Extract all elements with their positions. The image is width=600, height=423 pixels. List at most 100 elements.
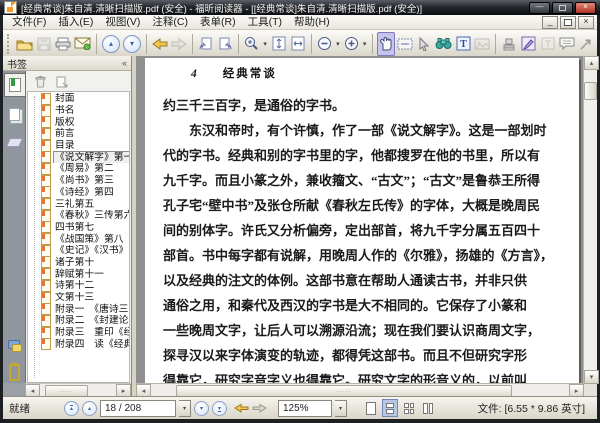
text-line: 部首。书中每字都有说解，用晚周人作的《尔雅》，扬雄的《方言》， bbox=[163, 248, 554, 263]
menu-file[interactable]: 文件(F) bbox=[6, 16, 52, 29]
zoom-tool-dropdown[interactable]: ▾ bbox=[262, 40, 269, 48]
facing-layout-button[interactable] bbox=[401, 399, 417, 417]
previous-view-icon[interactable] bbox=[234, 403, 249, 413]
zoom-field-dropdown[interactable]: ▾ bbox=[335, 399, 347, 417]
last-page-button[interactable]: ▾ bbox=[212, 400, 227, 416]
note-tool-button[interactable] bbox=[558, 32, 576, 56]
menu-view[interactable]: 视图(V) bbox=[99, 16, 146, 29]
tab-comments[interactable] bbox=[4, 333, 24, 355]
select-text-button[interactable]: T bbox=[454, 32, 472, 56]
zoom-in-button[interactable] bbox=[342, 32, 360, 56]
open-button[interactable] bbox=[15, 32, 34, 56]
textbox-tool-button[interactable] bbox=[538, 32, 556, 56]
bookmark-item[interactable]: 三礼第五 bbox=[28, 198, 129, 210]
bookmark-item[interactable]: 诗第十二 bbox=[28, 280, 129, 292]
save-button[interactable] bbox=[35, 32, 53, 56]
hand-tool-button[interactable] bbox=[376, 31, 395, 56]
bookmark-item[interactable]: 诸子第十 bbox=[28, 256, 129, 269]
menu-form[interactable]: 表单(R) bbox=[194, 16, 242, 29]
zoom-tool-button[interactable] bbox=[243, 32, 261, 56]
previous-view-button[interactable] bbox=[151, 32, 169, 56]
print-button[interactable] bbox=[54, 32, 72, 56]
scrollbar-thumb[interactable] bbox=[584, 82, 597, 100]
scroll-up-icon[interactable]: ▴ bbox=[584, 56, 599, 70]
fit-page-button[interactable] bbox=[269, 32, 287, 56]
bookmark-item[interactable]: 附录一 《唐诗三百首 bbox=[28, 303, 129, 316]
vertical-scrollbar[interactable]: ▴ ▾ bbox=[583, 56, 599, 384]
mdi-restore-icon bbox=[564, 18, 572, 26]
arrow-tool-button[interactable] bbox=[577, 32, 595, 56]
fit-width-button[interactable] bbox=[289, 32, 307, 56]
bookmark-item[interactable]: 《春秋》三传第六 bbox=[28, 209, 129, 222]
tab-attachments[interactable] bbox=[4, 361, 24, 383]
menu-tools[interactable]: 工具(T) bbox=[242, 16, 288, 29]
bookmark-item[interactable]: 附录二 《封建论》指 bbox=[28, 315, 129, 327]
mdi-minimize-button[interactable]: _ bbox=[542, 15, 558, 29]
toolbar-grip[interactable] bbox=[7, 33, 12, 54]
zoom-out-button[interactable] bbox=[315, 32, 333, 56]
next-view-button[interactable] bbox=[170, 32, 188, 56]
continuous-facing-layout-button[interactable] bbox=[420, 399, 436, 417]
bookmark-item[interactable]: 前言 bbox=[28, 128, 129, 140]
status-bar: 就绪 ▴ ▴ 18 / 208 ▾ ▾ ▾ 125% ▾ 文件: [6.55 *… bbox=[3, 396, 597, 419]
menu-help[interactable]: 帮助(H) bbox=[288, 16, 336, 29]
page-field-dropdown[interactable]: ▾ bbox=[179, 399, 191, 417]
collapse-panel-icon[interactable]: « bbox=[122, 58, 127, 68]
bookmark-item[interactable]: 四书第七 bbox=[28, 221, 129, 234]
marquee-zoom-button[interactable] bbox=[396, 32, 414, 56]
menu-comment[interactable]: 注释(C) bbox=[146, 16, 194, 29]
tab-pages[interactable] bbox=[4, 103, 24, 125]
first-page-button[interactable]: ▴ bbox=[64, 400, 79, 416]
horizontal-scrollbar[interactable]: ◂ ····· ▸ bbox=[136, 383, 584, 399]
bookmark-icon bbox=[41, 233, 51, 245]
bookmark-item[interactable]: 《尚书》第三 bbox=[28, 174, 129, 187]
next-page-button[interactable]: ▾ bbox=[194, 400, 209, 416]
zoom-field[interactable]: 125% bbox=[278, 399, 332, 417]
bookmark-item[interactable]: 《周易》第二 bbox=[28, 163, 129, 175]
pdf-page[interactable]: 4 经典常谈 约三千三百字，是通俗的字书。 东汉和帝时，有个许慎，作了一部《说文… bbox=[145, 58, 579, 384]
snapshot-button[interactable] bbox=[473, 32, 491, 56]
bookmark-item[interactable]: 附录四 读《经典常谈 bbox=[28, 338, 129, 351]
bookmark-item[interactable]: 目录 bbox=[28, 139, 129, 152]
bookmark-item[interactable]: 版权 bbox=[28, 116, 129, 129]
minimize-button[interactable]: — bbox=[529, 1, 550, 14]
mdi-close-button[interactable]: × bbox=[578, 15, 594, 29]
page-number-field[interactable]: 18 / 208 bbox=[100, 399, 176, 417]
next-page-button[interactable]: ▾ bbox=[122, 32, 142, 56]
next-view-icon[interactable] bbox=[252, 403, 267, 413]
email-button[interactable] bbox=[73, 32, 92, 56]
rotate-right-button[interactable] bbox=[216, 32, 234, 56]
expand-bookmark-icon[interactable] bbox=[55, 75, 68, 88]
tab-bookmarks[interactable] bbox=[3, 73, 25, 97]
mdi-restore-button[interactable] bbox=[560, 15, 576, 29]
bookmark-item[interactable]: 书名 bbox=[28, 104, 129, 117]
bookmark-icon bbox=[41, 186, 51, 199]
close-button[interactable]: × bbox=[575, 1, 596, 14]
bookmark-item[interactable]: 附录三 重印《经典常 bbox=[28, 326, 129, 339]
zoom-out-dropdown[interactable]: ▾ bbox=[335, 40, 342, 48]
bookmark-item[interactable]: 《战国策》第八 bbox=[28, 233, 129, 245]
sidebar-horizontal-scrollbar[interactable]: ◂ ····· ▸ bbox=[25, 383, 131, 399]
bookmark-item-selected[interactable]: 《说文解字》第一 bbox=[28, 151, 129, 164]
restore-button[interactable] bbox=[552, 1, 573, 14]
rotate-left-button[interactable] bbox=[197, 32, 215, 56]
stamp-tool-button[interactable] bbox=[500, 32, 518, 56]
bookmark-item[interactable]: 辞赋第十一 bbox=[28, 268, 129, 280]
menu-insert[interactable]: 插入(E) bbox=[52, 16, 99, 29]
bookmark-item[interactable]: 《史记》《汉书》第九 bbox=[28, 244, 129, 257]
previous-page-button[interactable]: ▴ bbox=[101, 32, 121, 56]
select-annotation-button[interactable] bbox=[415, 32, 433, 56]
scroll-down-icon[interactable]: ▾ bbox=[584, 370, 599, 384]
bookmark-item[interactable]: 《诗经》第四 bbox=[28, 186, 129, 199]
bookmark-item[interactable]: 封面 bbox=[28, 93, 129, 105]
zoom-in-dropdown[interactable]: ▾ bbox=[361, 40, 368, 48]
single-page-layout-button[interactable] bbox=[363, 399, 379, 417]
tab-layers[interactable] bbox=[4, 131, 24, 153]
previous-page-button[interactable]: ▴ bbox=[82, 400, 97, 416]
delete-bookmark-icon[interactable] bbox=[34, 75, 47, 88]
typewriter-tool-button[interactable] bbox=[519, 32, 537, 56]
bookmark-icon bbox=[41, 280, 51, 292]
bookmark-item[interactable]: 文第十三 bbox=[28, 291, 129, 304]
search-button[interactable] bbox=[434, 32, 453, 56]
continuous-layout-button[interactable] bbox=[382, 399, 398, 417]
